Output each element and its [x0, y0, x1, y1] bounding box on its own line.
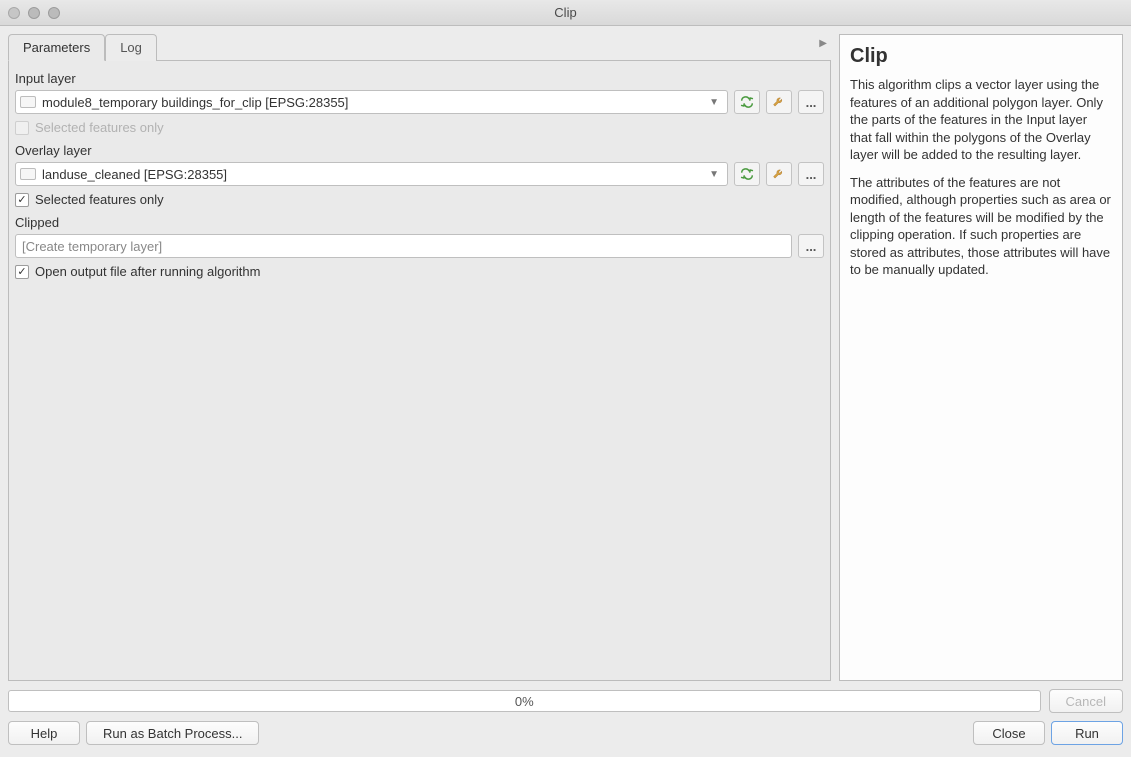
- clipped-label: Clipped: [15, 215, 824, 230]
- window-title: Clip: [0, 5, 1131, 20]
- advanced-options-button[interactable]: [766, 162, 792, 186]
- wrench-icon: [771, 94, 787, 110]
- select-output-button[interactable]: ...: [798, 234, 824, 258]
- chevron-down-icon: ▼: [705, 169, 723, 180]
- input-selected-only-label: Selected features only: [35, 120, 164, 135]
- expand-right-icon[interactable]: ▶: [819, 34, 831, 61]
- advanced-options-button[interactable]: [766, 90, 792, 114]
- input-layer-combo[interactable]: module8_temporary buildings_for_clip [EP…: [15, 90, 728, 114]
- run-button[interactable]: Run: [1051, 721, 1123, 745]
- overlay-layer-value: landuse_cleaned [EPSG:28355]: [42, 167, 227, 182]
- cancel-button: Cancel: [1049, 689, 1123, 713]
- parameters-panel: Input layer module8_temporary buildings_…: [8, 60, 831, 681]
- close-button[interactable]: Close: [973, 721, 1045, 745]
- chevron-down-icon: ▼: [705, 97, 723, 108]
- open-after-label: Open output file after running algorithm: [35, 264, 260, 279]
- help-paragraph-2: The attributes of the features are not m…: [850, 174, 1112, 279]
- clipped-output-input[interactable]: [Create temporary layer]: [15, 234, 792, 258]
- overlay-layer-label: Overlay layer: [15, 143, 824, 158]
- clipped-placeholder: [Create temporary layer]: [22, 239, 162, 254]
- input-selected-only-checkbox: [15, 121, 29, 135]
- overlay-selected-only-checkbox[interactable]: ✓: [15, 193, 29, 207]
- overlay-selected-only-label: Selected features only: [35, 192, 164, 207]
- iterate-features-button[interactable]: [734, 90, 760, 114]
- input-layer-value: module8_temporary buildings_for_clip [EP…: [42, 95, 348, 110]
- overlay-layer-combo[interactable]: landuse_cleaned [EPSG:28355] ▼: [15, 162, 728, 186]
- polygon-layer-icon: [20, 96, 36, 108]
- titlebar: Clip: [0, 0, 1131, 26]
- run-batch-button[interactable]: Run as Batch Process...: [86, 721, 259, 745]
- polygon-layer-icon: [20, 168, 36, 180]
- iterate-icon: [739, 166, 755, 182]
- progress-text: 0%: [515, 694, 534, 709]
- select-input-button[interactable]: ...: [798, 90, 824, 114]
- left-panel: Parameters Log ▶ Input layer module8_tem…: [8, 34, 831, 681]
- tab-log[interactable]: Log: [105, 34, 157, 61]
- iterate-features-button[interactable]: [734, 162, 760, 186]
- help-button[interactable]: Help: [8, 721, 80, 745]
- input-layer-label: Input layer: [15, 71, 824, 86]
- iterate-icon: [739, 94, 755, 110]
- wrench-icon: [771, 166, 787, 182]
- help-panel: Clip This algorithm clips a vector layer…: [839, 34, 1123, 681]
- help-paragraph-1: This algorithm clips a vector layer usin…: [850, 76, 1112, 164]
- footer: 0% Cancel Help Run as Batch Process... C…: [0, 685, 1131, 753]
- select-overlay-button[interactable]: ...: [798, 162, 824, 186]
- progress-bar: 0%: [8, 690, 1041, 712]
- help-title: Clip: [850, 43, 1112, 70]
- tab-parameters[interactable]: Parameters: [8, 34, 105, 61]
- open-after-checkbox[interactable]: ✓: [15, 265, 29, 279]
